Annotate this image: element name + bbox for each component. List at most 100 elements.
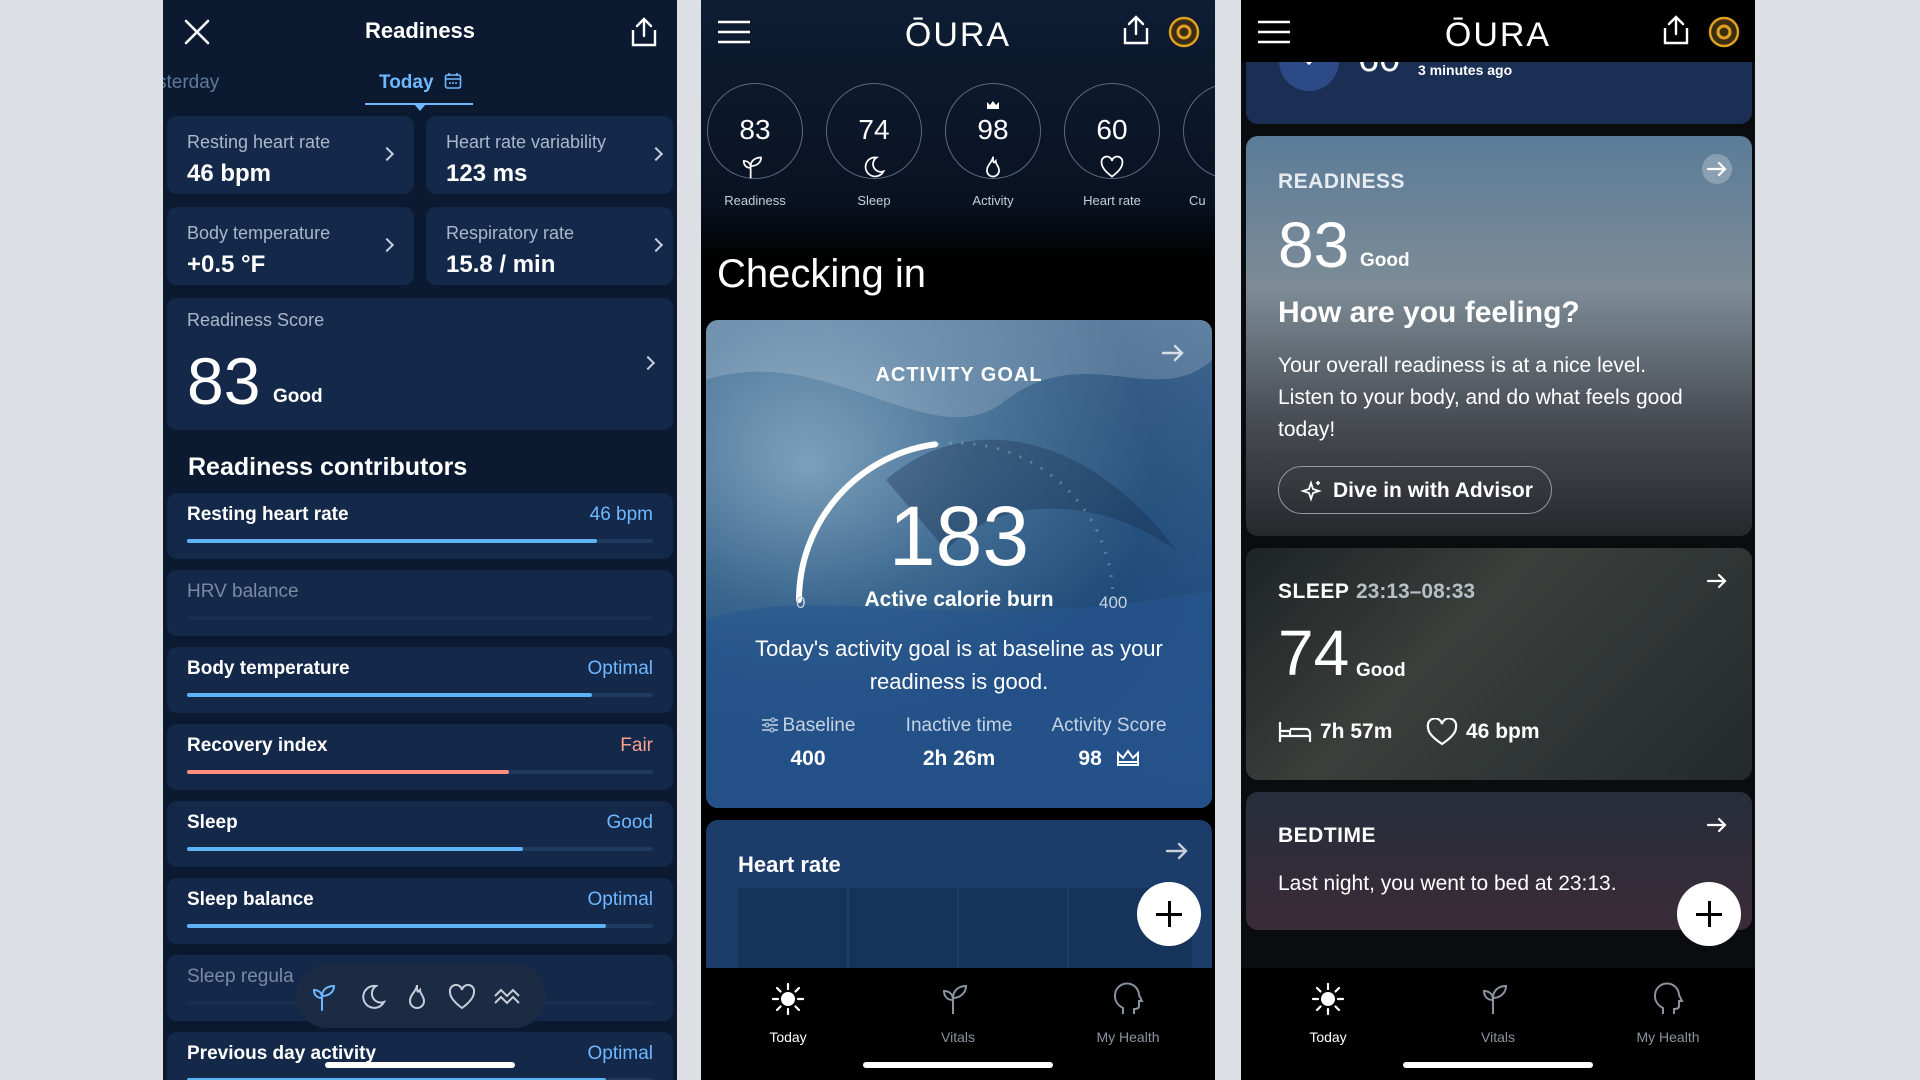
contributor-sleep[interactable]: Sleep Good <box>167 801 673 867</box>
readiness-score: 83 <box>1278 209 1350 281</box>
head-icon <box>1113 982 1144 1014</box>
crown-icon <box>987 101 999 109</box>
bottom-nav: Today Vitals My Health <box>701 968 1215 1080</box>
readiness-score-card[interactable]: Readiness Score 83 Good <box>167 298 673 430</box>
contributor-status: Good <box>606 812 653 833</box>
ring-readiness[interactable]: 83 <box>707 83 803 179</box>
nav-my-health[interactable]: My Health <box>1608 982 1728 1045</box>
sleep-duration: 7h 57m <box>1320 720 1393 743</box>
nav-label: My Health <box>1636 1029 1700 1045</box>
goal-value: 183 <box>888 489 1030 583</box>
nav-vitals[interactable]: Vitals <box>1438 982 1558 1045</box>
contributor-recovery-index[interactable]: Recovery index Fair <box>167 724 673 790</box>
card-caption: READINESS <box>1278 170 1406 193</box>
chevron-right-icon <box>379 146 395 162</box>
contributor-previous-day-activity[interactable]: Previous day activity Optimal <box>167 1032 673 1080</box>
heart-icon[interactable] <box>447 982 477 1012</box>
metric-respiratory-rate[interactable]: Respiratory rate 15.8 / min <box>426 207 673 285</box>
heart-rate-card-title: Heart rate <box>738 852 841 877</box>
metric-resting-heart-rate[interactable]: Resting heart rate 46 bpm <box>167 116 414 194</box>
sleep-status: Good <box>1356 660 1406 681</box>
contributor-status: Optimal <box>587 889 653 910</box>
readiness-detail-screen: Readiness sterday Today Resting heart ra… <box>163 0 677 1080</box>
today-feed-screen: 60 3 minutes ago ŌURA READINESS 83 Good … <box>1241 0 1755 1080</box>
stat-activity-score: Activity Score 98 <box>1034 715 1184 771</box>
ring-status-icon[interactable] <box>1168 16 1200 48</box>
add-button[interactable] <box>1137 882 1201 946</box>
score-type-switcher <box>296 964 546 1028</box>
sprout-icon <box>742 156 762 179</box>
sun-icon <box>771 982 805 1016</box>
metric-value: 46 bpm <box>187 160 272 187</box>
arrow-right-icon[interactable] <box>1162 836 1192 866</box>
contributor-status: 46 bpm <box>589 504 653 525</box>
stat-label-row: Baseline <box>733 715 883 737</box>
arrow-right-icon[interactable] <box>1158 338 1188 368</box>
goal-title: ACTIVITY GOAL <box>875 364 1043 386</box>
contributor-resting-heart-rate[interactable]: Resting heart rate 46 bpm <box>167 493 673 559</box>
heart-rate-time: 3 minutes ago <box>1418 62 1513 78</box>
advisor-button[interactable]: Dive in with Advisor <box>1278 466 1552 514</box>
section-heading: Checking in <box>717 252 927 296</box>
contributor-name: Body temperature <box>187 658 350 679</box>
waves-icon[interactable] <box>492 982 522 1012</box>
contributor-body-temperature[interactable]: Body temperature Optimal <box>167 647 673 713</box>
score-value: 83 <box>187 344 261 418</box>
nav-label: Today <box>1309 1029 1347 1045</box>
sprout-icon <box>942 984 968 1014</box>
contributor-sleep-balance[interactable]: Sleep balance Optimal <box>167 878 673 944</box>
ring-sleep[interactable]: 74 <box>826 83 922 179</box>
nav-label: My Health <box>1096 1029 1160 1045</box>
metric-label: Body temperature <box>187 223 331 243</box>
metric-hrv[interactable]: Heart rate variability 123 ms <box>426 116 673 194</box>
contributor-name: Sleep <box>187 812 238 833</box>
readiness-body: Your overall readiness is at a nice leve… <box>1278 354 1683 441</box>
contributor-bar <box>187 770 509 774</box>
sprout-icon <box>1482 984 1508 1014</box>
readiness-card[interactable]: READINESS 83 Good How are you feeling? Y… <box>1246 136 1752 536</box>
nav-today[interactable]: Today <box>1268 982 1388 1045</box>
ring-cut-off[interactable] <box>1183 83 1215 179</box>
nav-vitals[interactable]: Vitals <box>898 982 1018 1045</box>
flame-icon[interactable] <box>402 982 432 1012</box>
gauge-min: 0 <box>796 593 806 612</box>
head-icon <box>1653 982 1684 1014</box>
bedtime-card[interactable]: BEDTIME Last night, you went to bed at 2… <box>1246 792 1752 930</box>
add-button[interactable] <box>1677 882 1741 946</box>
tab-yesterday[interactable]: sterday <box>163 72 219 94</box>
ring-heart-rate[interactable]: 60 <box>1064 83 1160 179</box>
sliders-icon <box>761 717 778 733</box>
nav-today[interactable]: Today <box>728 982 848 1045</box>
share-icon[interactable] <box>629 16 659 48</box>
arrow-right-icon[interactable] <box>1700 152 1734 186</box>
chevron-right-icon <box>648 146 664 162</box>
ring-status-icon[interactable] <box>1708 16 1740 48</box>
sleep-card[interactable]: SLEEP 23:13–08:33 74 Good 7h 57m 46 bpm <box>1246 548 1752 780</box>
sparkle-icon <box>1300 480 1322 502</box>
arrow-right-icon[interactable] <box>1700 808 1734 842</box>
ring-label: Cu <box>1189 193 1206 208</box>
tab-today[interactable]: Today <box>379 72 462 94</box>
crown-icon <box>1116 749 1139 766</box>
share-icon[interactable] <box>1121 14 1151 46</box>
sprout-icon[interactable] <box>312 982 342 1012</box>
share-icon[interactable] <box>1661 14 1691 46</box>
card-caption: BEDTIME <box>1278 824 1376 847</box>
arrow-right-icon[interactable] <box>1700 564 1734 598</box>
ring-label: Heart rate <box>1083 193 1141 208</box>
activity-goal-card[interactable]: ACTIVITY GOAL 183 Active calorie burn 0 … <box>706 320 1212 808</box>
contributor-track <box>187 924 653 928</box>
nav-my-health[interactable]: My Health <box>1068 982 1188 1045</box>
stat-label: Baseline <box>782 715 856 736</box>
tab-pointer <box>414 104 426 111</box>
ring-value: 60 <box>1096 114 1128 145</box>
ring-label: Sleep <box>857 193 891 208</box>
contributor-hrv-balance[interactable]: HRV balance <box>167 570 673 636</box>
chevron-right-icon <box>648 237 664 253</box>
contributor-bar <box>187 847 523 851</box>
stat-baseline: Baseline 400 <box>733 715 883 771</box>
metric-body-temperature[interactable]: Body temperature +0.5 °F <box>167 207 414 285</box>
metric-value: +0.5 °F <box>187 251 266 278</box>
moon-icon[interactable] <box>358 982 388 1012</box>
ring-activity[interactable]: 98 <box>945 83 1041 179</box>
